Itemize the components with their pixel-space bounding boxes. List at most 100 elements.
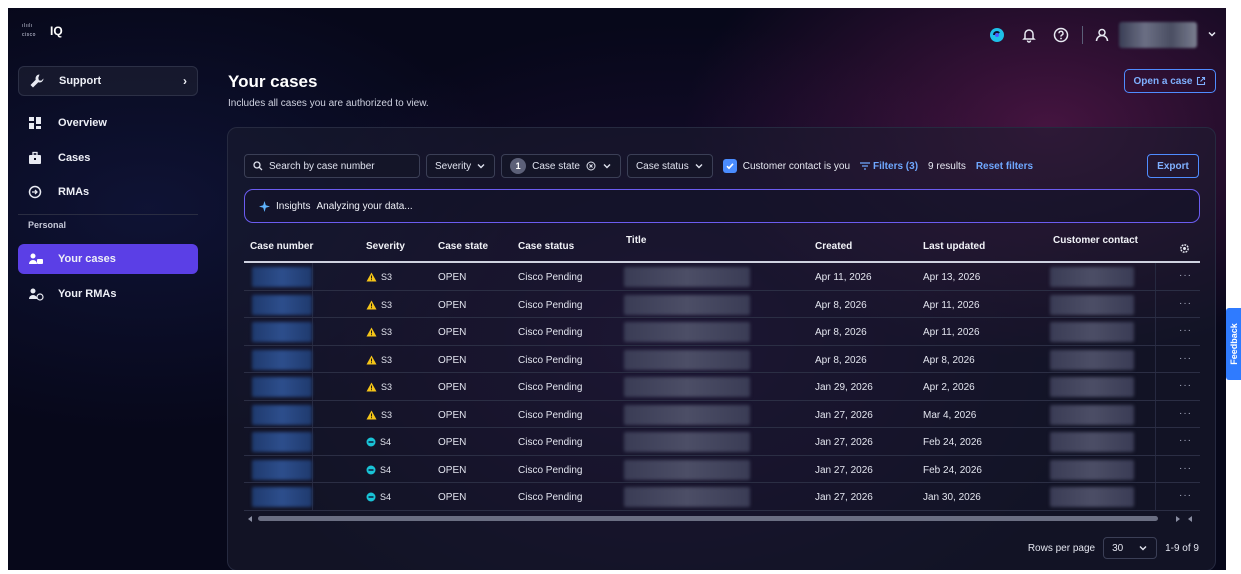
rows-per-page-label: Rows per page xyxy=(1027,542,1096,554)
case-number-redacted[interactable] xyxy=(252,404,312,425)
sidebar-item-overview[interactable]: Overview xyxy=(18,108,198,138)
case-number-redacted[interactable] xyxy=(252,294,312,315)
row-actions-menu[interactable]: ··· xyxy=(1179,463,1192,474)
open-case-button[interactable]: Open a case xyxy=(1124,69,1216,93)
severity-value: S3 xyxy=(381,272,393,282)
created-cell: Jan 29, 2026 xyxy=(815,382,873,393)
customer-contact-redacted xyxy=(1050,404,1134,425)
cisco-logo-icon: ılıılı cisco xyxy=(22,23,36,38)
table-row[interactable]: S4 OPEN Cisco Pending Jan 27, 2026 Jan 30, 2… xyxy=(244,483,1200,511)
customer-contact-redacted xyxy=(1050,432,1134,452)
title-redacted xyxy=(624,267,750,287)
last-updated-cell: Apr 11, 2026 xyxy=(923,327,980,338)
table-row[interactable]: S3 OPEN Cisco Pending Jan 27, 2026 Mar 4, 20… xyxy=(244,400,1200,428)
severity-cell: S3 xyxy=(366,272,392,282)
case-number-redacted[interactable] xyxy=(252,377,312,397)
ai-assistant-icon[interactable] xyxy=(986,24,1008,46)
sidebar-item-support[interactable]: Support › xyxy=(18,66,198,96)
severity-cell: S3 xyxy=(366,355,392,365)
bell-icon[interactable] xyxy=(1018,24,1040,46)
row-actions-menu[interactable]: ··· xyxy=(1179,380,1192,391)
feedback-tab[interactable]: Feedback xyxy=(1226,308,1241,380)
case-number-redacted[interactable] xyxy=(252,432,312,452)
pagination: Rows per page 30 1-9 of 9 xyxy=(1028,537,1199,559)
table-body: S3 OPEN Cisco Pending Apr 11, 2026 Apr 13, 2… xyxy=(244,263,1200,511)
rows-per-page-select[interactable]: 30 xyxy=(1103,537,1158,559)
col-customer-contact[interactable]: Customer contact xyxy=(1053,235,1138,246)
col-severity[interactable]: Severity xyxy=(366,241,405,252)
chevron-right-icon: › xyxy=(183,74,187,88)
sidebar-item-label: Overview xyxy=(58,117,107,129)
reset-filters-link[interactable]: Reset filters xyxy=(976,161,1033,172)
scroll-left-icon[interactable] xyxy=(246,515,254,523)
horizontal-scrollbar[interactable] xyxy=(244,512,1200,522)
case-number-redacted[interactable] xyxy=(252,459,312,480)
row-actions-menu[interactable]: ··· xyxy=(1179,270,1192,281)
insights-bar[interactable]: Insights Analyzing your data... xyxy=(244,189,1200,223)
sidebar-divider xyxy=(18,214,198,215)
sparkle-icon xyxy=(259,200,270,212)
help-icon[interactable] xyxy=(1050,24,1072,46)
table-row[interactable]: S3 OPEN Cisco Pending Apr 8, 2026 Apr 11, 20… xyxy=(244,318,1200,346)
filter-bar: Search by case number Severity 1 Case st… xyxy=(244,154,1200,178)
clear-icon[interactable] xyxy=(586,161,596,171)
cisco-iq-logo[interactable]: ılıılı cisco IQ xyxy=(22,23,63,39)
customer-contact-redacted xyxy=(1050,294,1134,315)
sidebar-item-cases[interactable]: Cases xyxy=(18,143,198,173)
created-cell: Jan 27, 2026 xyxy=(815,492,873,503)
col-created[interactable]: Created xyxy=(815,241,852,252)
col-case-status[interactable]: Case status xyxy=(518,241,574,252)
chevron-down-icon xyxy=(695,164,703,169)
column-divider xyxy=(1155,318,1156,345)
table-row[interactable]: S3 OPEN Cisco Pending Apr 8, 2026 Apr 8, 202… xyxy=(244,345,1200,373)
case-number-redacted[interactable] xyxy=(252,487,312,507)
table-row[interactable]: S3 OPEN Cisco Pending Apr 11, 2026 Apr 13, 2… xyxy=(244,263,1200,291)
filters-link[interactable]: Filters (3) xyxy=(860,161,918,172)
row-actions-menu[interactable]: ··· xyxy=(1179,435,1192,446)
customer-contact-redacted xyxy=(1050,377,1134,397)
case-number-redacted[interactable] xyxy=(252,267,312,287)
user-icon[interactable] xyxy=(1091,24,1113,46)
case-number-redacted[interactable] xyxy=(252,322,312,342)
row-actions-menu[interactable]: ··· xyxy=(1179,298,1192,309)
column-divider xyxy=(312,318,313,345)
row-actions-menu[interactable]: ··· xyxy=(1179,408,1192,419)
table-row[interactable]: S3 OPEN Cisco Pending Apr 8, 2026 Apr 11, 20… xyxy=(244,290,1200,318)
row-actions-menu[interactable]: ··· xyxy=(1179,490,1192,501)
col-case-number[interactable]: Case number xyxy=(250,241,313,252)
case-status-cell: Cisco Pending xyxy=(518,299,583,311)
column-divider xyxy=(312,428,313,455)
sidebar-item-your-rmas[interactable]: Your RMAs xyxy=(18,279,198,309)
customer-contact-checkbox[interactable] xyxy=(722,159,737,173)
row-actions-menu[interactable]: ··· xyxy=(1179,353,1192,364)
severity-dropdown[interactable]: Severity xyxy=(426,154,496,178)
sidebar: Support › Overview Cases RMAs Personal Y… xyxy=(8,56,218,570)
table-row[interactable]: S4 OPEN Cisco Pending Jan 27, 2026 Feb 24, 2… xyxy=(244,455,1200,483)
user-name-redacted[interactable] xyxy=(1119,22,1197,48)
minus-circle-icon xyxy=(366,465,376,474)
chevron-down-icon[interactable] xyxy=(1207,26,1217,44)
col-last-updated[interactable]: Last updated xyxy=(923,241,985,252)
table-row[interactable]: S4 OPEN Cisco Pending Jan 27, 2026 Feb 24, 2… xyxy=(244,428,1200,456)
title-redacted xyxy=(624,459,750,480)
chevron-down-icon xyxy=(1139,546,1147,551)
customer-contact-redacted xyxy=(1050,267,1134,287)
case-number-redacted[interactable] xyxy=(252,349,312,370)
table-row[interactable]: S3 OPEN Cisco Pending Jan 29, 2026 Apr 2, 20… xyxy=(244,373,1200,401)
settings-icon[interactable] xyxy=(1179,243,1190,254)
search-input[interactable]: Search by case number xyxy=(244,154,420,178)
scrollbar-thumb[interactable] xyxy=(258,516,1158,521)
scroll-right-icon[interactable] xyxy=(1174,515,1194,523)
customer-contact-label[interactable]: Customer contact is you xyxy=(743,161,850,172)
severity-value: S3 xyxy=(381,354,393,365)
col-case-state[interactable]: Case state xyxy=(438,241,488,252)
case-state-dropdown[interactable]: 1 Case state xyxy=(501,154,621,178)
row-actions-menu[interactable]: ··· xyxy=(1179,325,1192,336)
sidebar-item-your-cases[interactable]: Your cases xyxy=(18,244,198,274)
severity-cell: S3 xyxy=(366,410,392,420)
export-button[interactable]: Export xyxy=(1147,154,1199,178)
case-status-dropdown[interactable]: Case status xyxy=(626,154,713,178)
case-state-cell: OPEN xyxy=(438,437,467,448)
col-title[interactable]: Title xyxy=(626,235,646,246)
sidebar-item-rmas[interactable]: RMAs xyxy=(18,177,198,207)
